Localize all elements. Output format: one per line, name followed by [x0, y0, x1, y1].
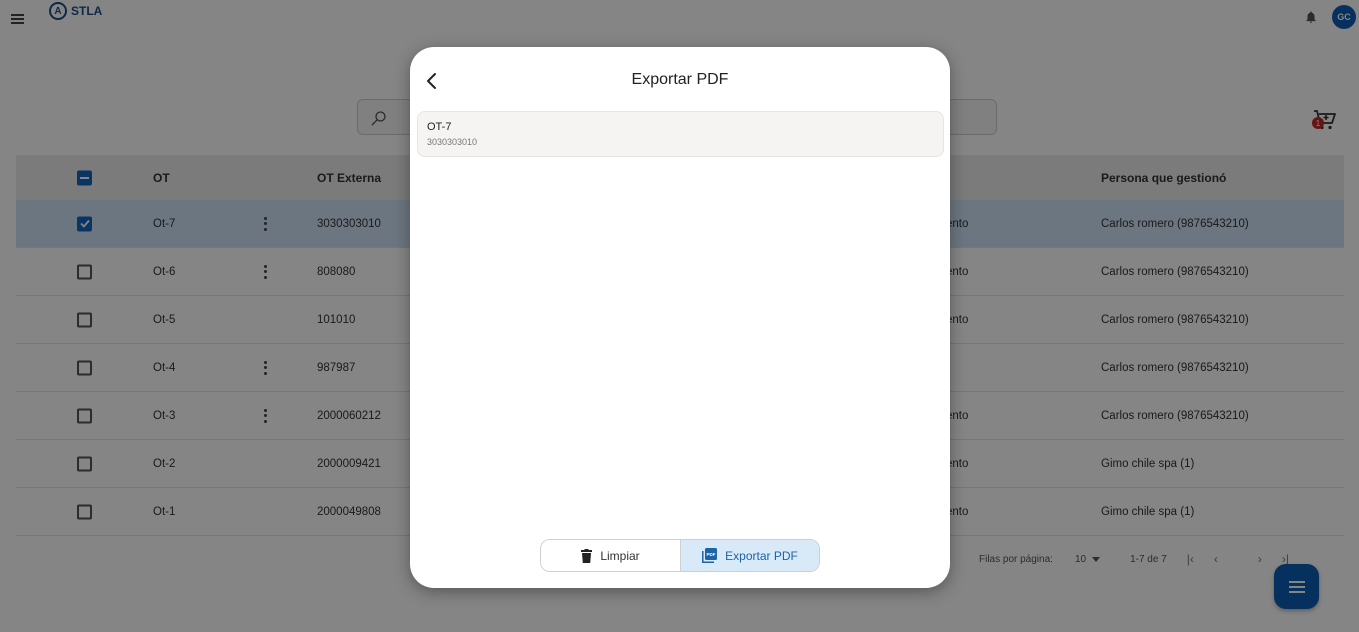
ot-item-name: OT-7 [427, 121, 452, 133]
export-pdf-dialog: Exportar PDF OT-7 3030303010 Limpiar PDF… [410, 47, 950, 588]
clear-button[interactable]: Limpiar [541, 540, 680, 571]
svg-text:PDF: PDF [707, 552, 716, 557]
trash-icon [581, 548, 593, 563]
pdf-icon: PDF [702, 548, 718, 563]
dialog-title: Exportar PDF [631, 71, 729, 88]
selected-ot-item[interactable]: OT-7 3030303010 [417, 111, 944, 157]
export-pdf-button[interactable]: PDF Exportar PDF [680, 540, 819, 571]
ot-item-external: 3030303010 [427, 137, 478, 147]
clear-button-label: Limpiar [600, 548, 640, 563]
export-button-label: Exportar PDF [725, 548, 798, 563]
dialog-actions: Limpiar PDF Exportar PDF [540, 539, 820, 572]
